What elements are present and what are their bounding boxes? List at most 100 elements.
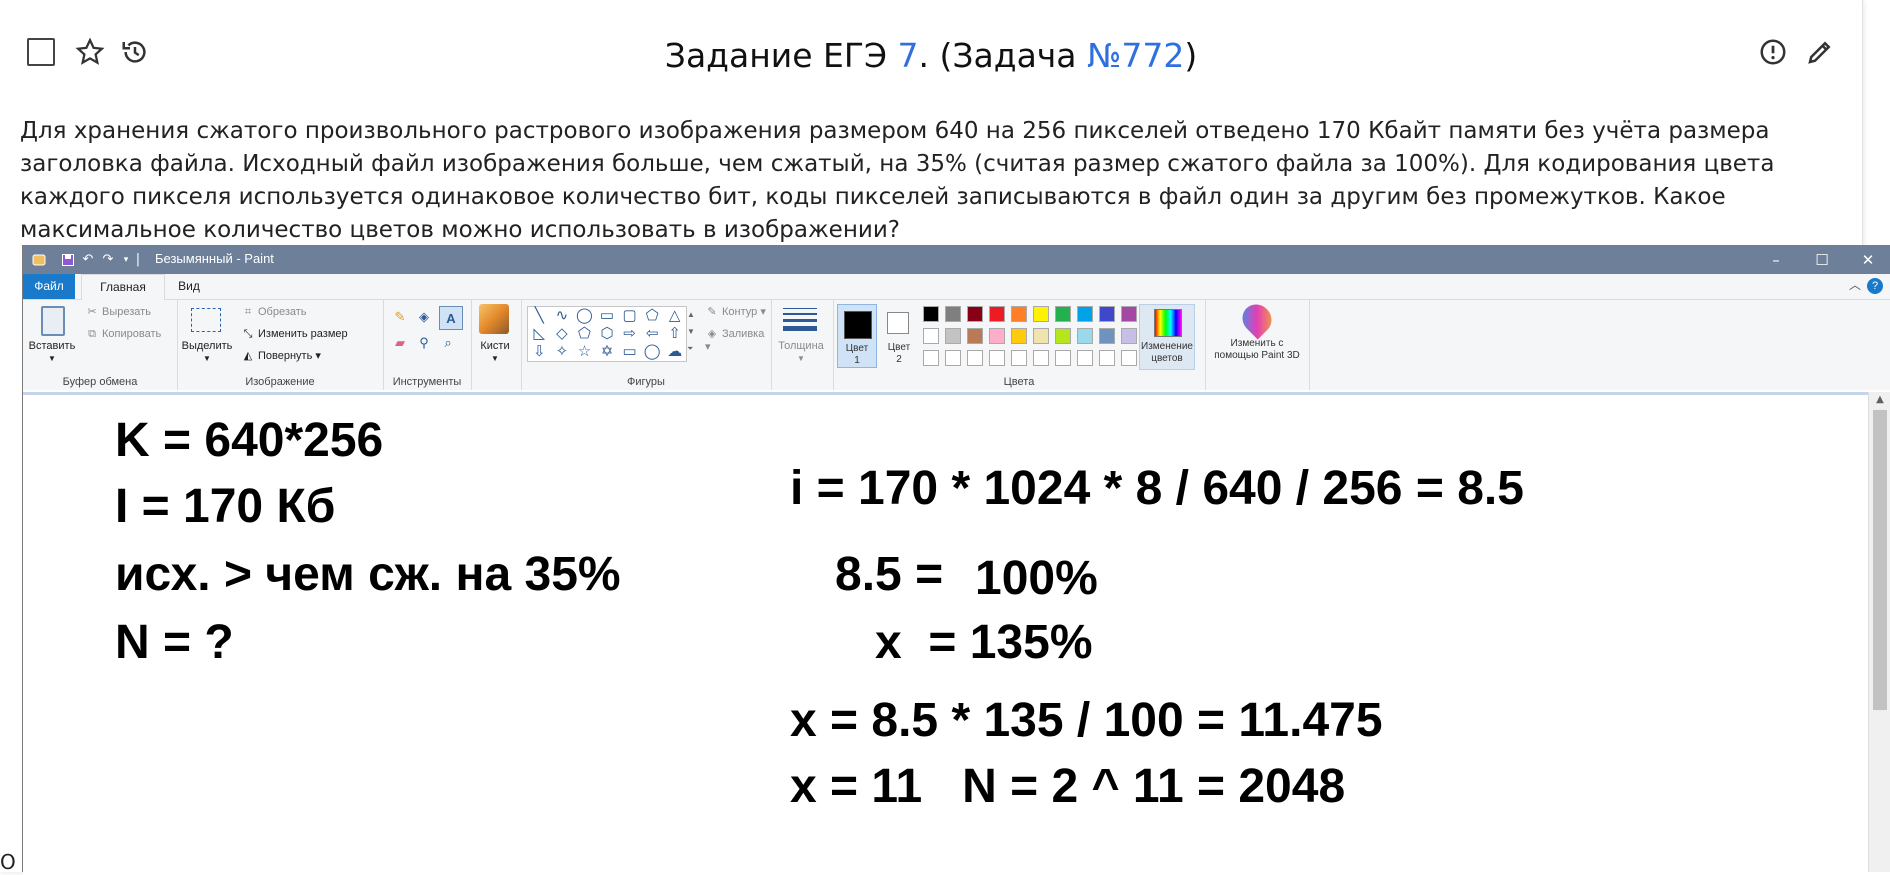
scroll-up-icon[interactable]: ▲: [1869, 392, 1890, 408]
collapse-ribbon-icon[interactable]: ︿: [1849, 276, 1861, 293]
palette-swatch[interactable]: [1011, 350, 1027, 366]
task-description: Для хранения сжатого произвольного растр…: [20, 118, 1775, 243]
five-point-star-shape-icon[interactable]: ☆: [573, 343, 596, 361]
six-point-star-shape-icon[interactable]: ✡: [596, 343, 619, 361]
magnifier-icon[interactable]: ⌕: [439, 334, 457, 352]
save-icon[interactable]: [59, 245, 77, 274]
rectangle-shape-icon[interactable]: ▭: [596, 307, 619, 325]
callout-shape-icon[interactable]: ▭: [618, 343, 641, 361]
brushes-button[interactable]: Кисти ▼: [471, 300, 519, 370]
select-button[interactable]: Выделить ▼: [179, 300, 235, 370]
undo-icon[interactable]: ↶: [79, 245, 97, 274]
triangle-shape-icon[interactable]: △: [663, 307, 686, 325]
crop-button[interactable]: ⌗ Обрезать: [241, 306, 307, 319]
maximize-button[interactable]: ☐: [1799, 245, 1845, 274]
palette-swatch[interactable]: [1099, 306, 1115, 322]
diamond-shape-icon[interactable]: ◇: [551, 325, 574, 343]
color-picker-icon[interactable]: ⚲: [415, 334, 433, 352]
cut-button[interactable]: ✂ Вырезать: [85, 306, 151, 319]
exam-number-link[interactable]: 7: [898, 36, 919, 75]
left-arrow-shape-icon[interactable]: ⇦: [641, 325, 664, 343]
edit-colors-line2: цветов: [1151, 353, 1183, 364]
palette-swatch[interactable]: [923, 350, 939, 366]
rounded-rectangle-shape-icon[interactable]: ▢: [618, 307, 641, 325]
report-icon[interactable]: [1753, 32, 1793, 72]
paint-app-icon[interactable]: [29, 245, 49, 274]
crop-icon: ⌗: [244, 306, 252, 318]
text-tool-icon[interactable]: A: [439, 306, 463, 330]
help-icon[interactable]: ?: [1867, 278, 1883, 294]
tab-home[interactable]: Главная: [81, 274, 165, 301]
palette-swatch[interactable]: [945, 328, 961, 344]
palette-swatch[interactable]: [1055, 350, 1071, 366]
paste-button[interactable]: Вставить ▼: [27, 300, 77, 370]
resize-button[interactable]: ⤡ Изменить размер: [241, 328, 348, 341]
cloud-callout-shape-icon[interactable]: ☁: [663, 343, 686, 361]
scroll-thumb[interactable]: [1873, 410, 1887, 710]
palette-swatch[interactable]: [1055, 306, 1071, 322]
palette-swatch[interactable]: [989, 306, 1005, 322]
palette-swatch[interactable]: [989, 328, 1005, 344]
palette-swatch[interactable]: [1033, 328, 1049, 344]
right-arrow-shape-icon[interactable]: ⇨: [618, 325, 641, 343]
down-arrow-shape-icon[interactable]: ⇩: [528, 343, 551, 361]
palette-swatch[interactable]: [1121, 306, 1137, 322]
palette-swatch[interactable]: [1099, 350, 1115, 366]
open-paint3d-button[interactable]: Изменить с помощью Paint 3D: [1205, 298, 1309, 376]
right-triangle-shape-icon[interactable]: ◺: [528, 325, 551, 343]
palette-swatch[interactable]: [1077, 306, 1093, 322]
palette-swatch[interactable]: [967, 350, 983, 366]
palette-swatch[interactable]: [967, 306, 983, 322]
tab-file[interactable]: Файл: [23, 274, 75, 299]
outline-button[interactable]: ✎ Контур ▾: [705, 306, 765, 319]
copy-icon: ⧉: [88, 328, 96, 340]
palette-swatch[interactable]: [1055, 328, 1071, 344]
palette-swatch[interactable]: [1011, 328, 1027, 344]
size-button[interactable]: Толщина ▼: [771, 300, 831, 370]
pencil-icon[interactable]: [1800, 32, 1840, 72]
line-shape-icon[interactable]: ╲: [528, 307, 551, 325]
tab-view[interactable]: Вид: [169, 274, 209, 299]
close-button[interactable]: ✕: [1845, 245, 1890, 274]
copy-button[interactable]: ⧉ Копировать: [85, 328, 161, 341]
palette-swatch[interactable]: [1033, 306, 1049, 322]
redo-icon[interactable]: ↷: [99, 245, 117, 274]
oval-shape-icon[interactable]: ◯: [573, 307, 596, 325]
palette-swatch[interactable]: [1077, 350, 1093, 366]
palette-swatch[interactable]: [1077, 328, 1093, 344]
vertical-scrollbar[interactable]: ▲: [1868, 392, 1890, 872]
palette-swatch[interactable]: [1121, 350, 1137, 366]
palette-swatch[interactable]: [1121, 328, 1137, 344]
color2-button[interactable]: Цвет 2: [881, 304, 917, 368]
problem-number-link[interactable]: №772: [1087, 36, 1184, 75]
minimize-button[interactable]: –: [1753, 245, 1799, 274]
fill-button[interactable]: ◈ Заливка ▾: [705, 328, 771, 354]
up-arrow-shape-icon[interactable]: ⇧: [663, 325, 686, 343]
palette-swatch[interactable]: [923, 306, 939, 322]
image-group: Выделить ▼ ⌗ Обрезать ⤡ Изменить размер ◭ П…: [177, 300, 384, 390]
eraser-icon[interactable]: ▰: [391, 334, 409, 352]
hexagon-shape-icon[interactable]: ⬡: [596, 325, 619, 343]
pencil-icon[interactable]: ✎: [391, 308, 409, 326]
pentagon-shape-icon[interactable]: ⬠: [573, 325, 596, 343]
polygon-shape-icon[interactable]: ⬠: [641, 307, 664, 325]
rotate-button[interactable]: ◭ Повернуть ▾: [241, 350, 321, 363]
palette-swatch[interactable]: [1099, 328, 1115, 344]
shapes-scroll-icon[interactable]: ▲ ▼ ⏷: [687, 306, 699, 357]
drawing-canvas[interactable]: K = 640*256 I = 170 Кб исх. > чем сж. на…: [23, 392, 1869, 875]
palette-swatch[interactable]: [989, 350, 1005, 366]
edit-colors-button[interactable]: Изменение цветов: [1139, 304, 1195, 370]
palette-swatch[interactable]: [967, 328, 983, 344]
palette-swatch[interactable]: [1011, 306, 1027, 322]
palette-swatch[interactable]: [945, 306, 961, 322]
curve-shape-icon[interactable]: ∿: [551, 307, 574, 325]
palette-swatch[interactable]: [945, 350, 961, 366]
color1-button[interactable]: Цвет 1: [837, 304, 877, 368]
palette-swatch[interactable]: [923, 328, 939, 344]
palette-swatch[interactable]: [1033, 350, 1049, 366]
fill-bucket-icon[interactable]: ◈: [415, 308, 433, 326]
oval-callout-shape-icon[interactable]: ◯: [641, 343, 664, 361]
four-point-star-shape-icon[interactable]: ✧: [551, 343, 574, 361]
customize-toolbar-icon[interactable]: ▾: [119, 245, 133, 274]
task-header: Задание ЕГЭ 7. (Задача №772): [0, 32, 1862, 92]
